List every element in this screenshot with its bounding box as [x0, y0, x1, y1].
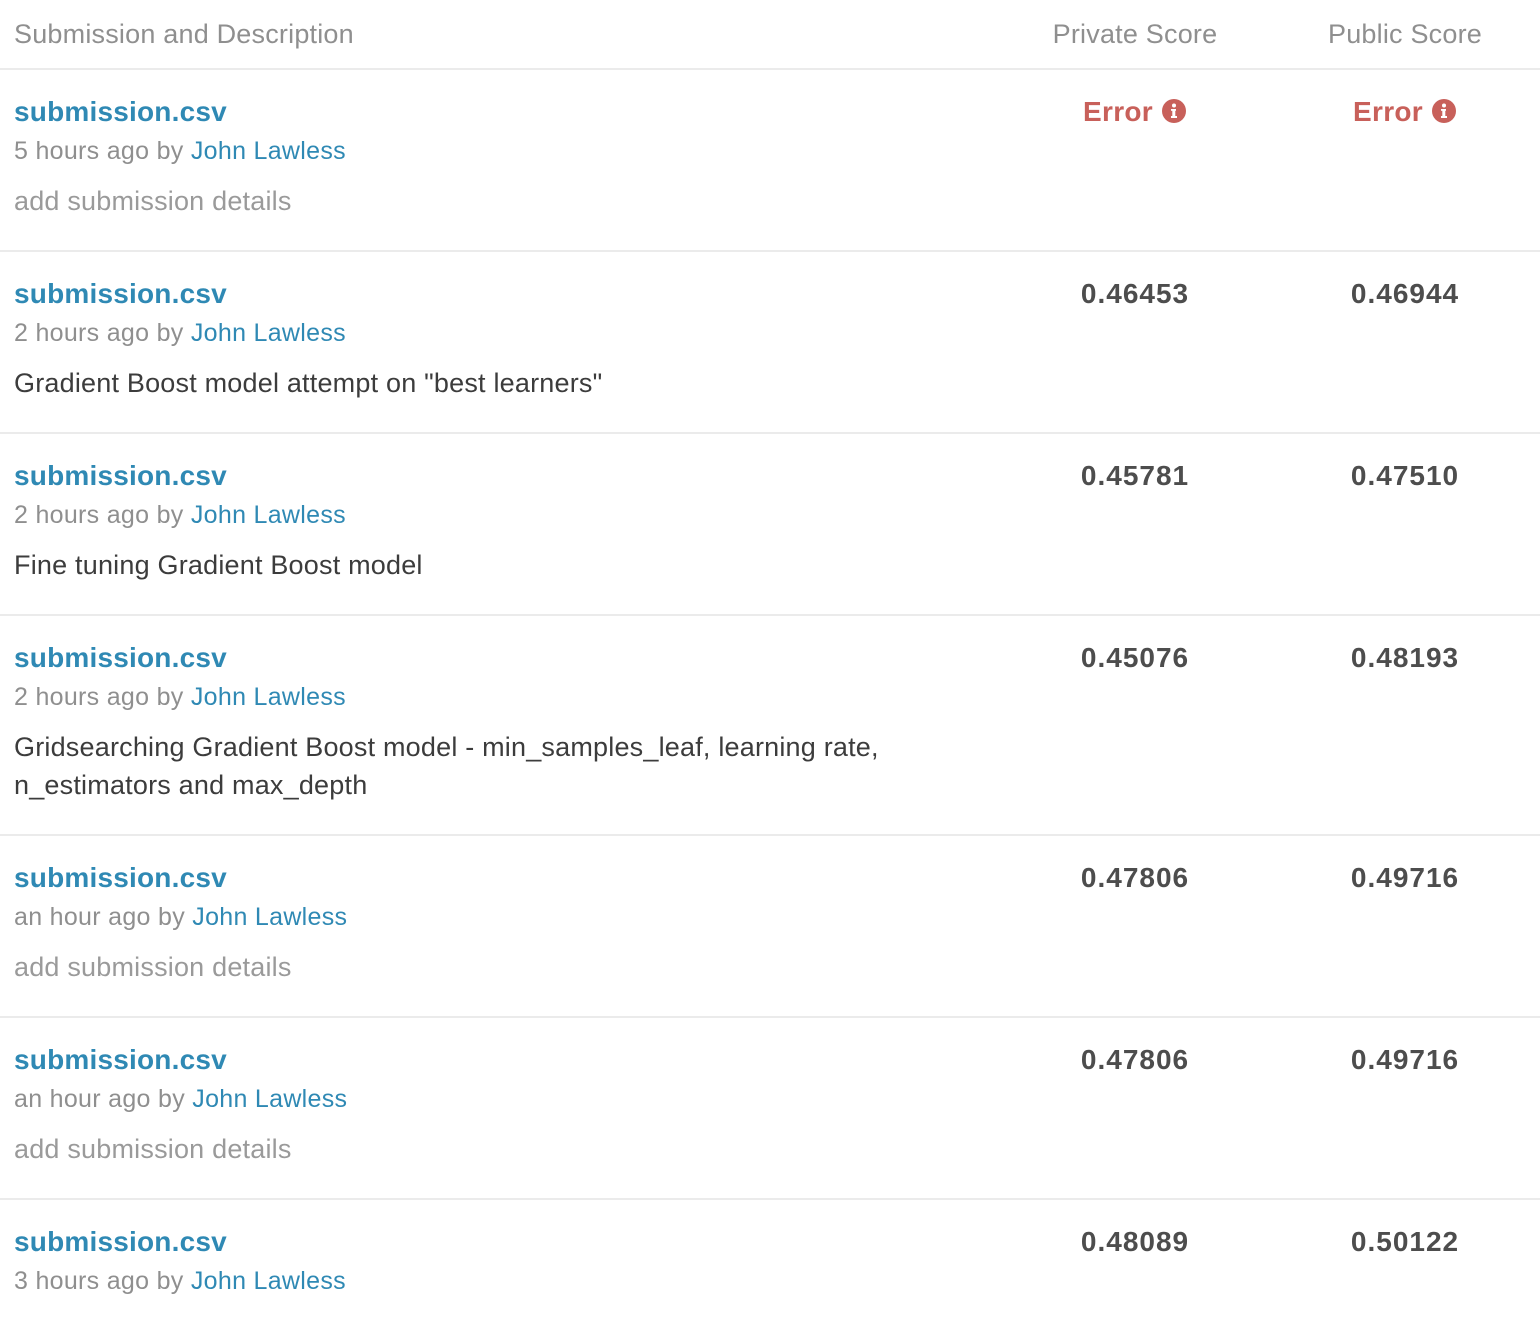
submission-description-cell: submission.csv 2 hours ago by John Lawle… [0, 252, 1000, 426]
table-header: Submission and Description Private Score… [0, 0, 1540, 70]
author-link[interactable]: John Lawless [191, 137, 346, 165]
submission-file-link[interactable]: submission.csv [14, 94, 1000, 130]
submission-time: 5 hours ago [14, 137, 150, 165]
header-public-score[interactable]: Public Score [1270, 0, 1540, 50]
error-label: Error [1353, 96, 1423, 127]
submission-file-link[interactable]: submission.csv [14, 1042, 1000, 1078]
submission-time: 3 hours ago [14, 1267, 150, 1295]
author-link[interactable]: John Lawless [191, 683, 346, 711]
by-label: by [156, 501, 184, 529]
private-score: 0.46453 [1080, 278, 1190, 309]
public-score: 0.47510 [1350, 460, 1460, 491]
by-label: by [156, 1267, 184, 1295]
submission-time: an hour ago [14, 903, 151, 931]
table-row: submission.csv 3 hours ago by John Lawle… [0, 1200, 1540, 1320]
submission-time: 2 hours ago [14, 501, 150, 529]
submission-meta: 2 hours ago by John Lawless [14, 682, 1000, 712]
private-score: 0.48089 [1080, 1226, 1190, 1257]
by-label: by [158, 903, 186, 931]
submission-time: an hour ago [14, 1085, 151, 1113]
submission-time: 2 hours ago [14, 683, 150, 711]
submission-file-link[interactable]: submission.csv [14, 1224, 1000, 1260]
public-score: 0.46944 [1350, 278, 1460, 309]
submission-file-link[interactable]: submission.csv [14, 458, 1000, 494]
by-label: by [158, 1085, 186, 1113]
info-circle-icon[interactable] [1161, 97, 1187, 133]
submission-time: 2 hours ago [14, 319, 150, 347]
author-link[interactable]: John Lawless [191, 1267, 346, 1295]
author-link[interactable]: John Lawless [192, 1085, 347, 1113]
submission-description-cell: submission.csv 3 hours ago by John Lawle… [0, 1200, 1000, 1320]
author-link[interactable]: John Lawless [192, 903, 347, 931]
submission-description-cell: submission.csv 2 hours ago by John Lawle… [0, 434, 1000, 608]
submission-details[interactable]: Gradient Boost model attempt on "best le… [14, 364, 1000, 402]
info-circle-icon[interactable] [1431, 97, 1457, 133]
by-label: by [156, 137, 184, 165]
private-score-error: Error [1000, 70, 1270, 133]
submission-description-cell: submission.csv an hour ago by John Lawle… [0, 836, 1000, 1010]
add-submission-details-link[interactable]: add submission details [14, 1130, 1000, 1168]
public-score: 0.48193 [1350, 642, 1460, 673]
table-row: submission.csv 5 hours ago by John Lawle… [0, 70, 1540, 252]
submission-meta: 2 hours ago by John Lawless [14, 318, 1000, 348]
public-score-error: Error [1270, 70, 1540, 133]
submission-details[interactable]: Gridsearching Gradient Boost model - min… [14, 728, 954, 804]
table-row: submission.csv 2 hours ago by John Lawle… [0, 434, 1540, 616]
submission-description-cell: submission.csv 5 hours ago by John Lawle… [0, 70, 1000, 244]
submission-file-link[interactable]: submission.csv [14, 276, 1000, 312]
submissions-table: Submission and Description Private Score… [0, 0, 1540, 1320]
submission-description-cell: submission.csv 2 hours ago by John Lawle… [0, 616, 1000, 828]
table-row: submission.csv 2 hours ago by John Lawle… [0, 616, 1540, 836]
private-score: 0.47806 [1080, 1044, 1190, 1075]
public-score: 0.49716 [1350, 1044, 1460, 1075]
author-link[interactable]: John Lawless [191, 319, 346, 347]
error-label: Error [1083, 96, 1153, 127]
author-link[interactable]: John Lawless [191, 501, 346, 529]
submission-meta: 2 hours ago by John Lawless [14, 500, 1000, 530]
table-row: submission.csv 2 hours ago by John Lawle… [0, 252, 1540, 434]
submission-description-cell: submission.csv an hour ago by John Lawle… [0, 1018, 1000, 1192]
submission-meta: 3 hours ago by John Lawless [14, 1266, 1000, 1296]
submission-meta: an hour ago by John Lawless [14, 1084, 1000, 1114]
public-score: 0.50122 [1350, 1226, 1460, 1257]
public-score: 0.49716 [1350, 862, 1460, 893]
submission-file-link[interactable]: submission.csv [14, 860, 1000, 896]
private-score: 0.45781 [1080, 460, 1190, 491]
add-submission-details-link[interactable]: add submission details [14, 948, 1000, 986]
header-submission-description[interactable]: Submission and Description [0, 0, 1000, 50]
header-private-score[interactable]: Private Score [1000, 0, 1270, 50]
submission-details[interactable]: Fine tuning Gradient Boost model [14, 546, 1000, 584]
by-label: by [156, 683, 184, 711]
table-row: submission.csv an hour ago by John Lawle… [0, 836, 1540, 1018]
submission-file-link[interactable]: submission.csv [14, 640, 1000, 676]
submission-meta: 5 hours ago by John Lawless [14, 136, 1000, 166]
private-score: 0.45076 [1080, 642, 1190, 673]
add-submission-details-link[interactable]: add submission details [14, 182, 1000, 220]
by-label: by [156, 319, 184, 347]
submission-meta: an hour ago by John Lawless [14, 902, 1000, 932]
private-score: 0.47806 [1080, 862, 1190, 893]
table-row: submission.csv an hour ago by John Lawle… [0, 1018, 1540, 1200]
